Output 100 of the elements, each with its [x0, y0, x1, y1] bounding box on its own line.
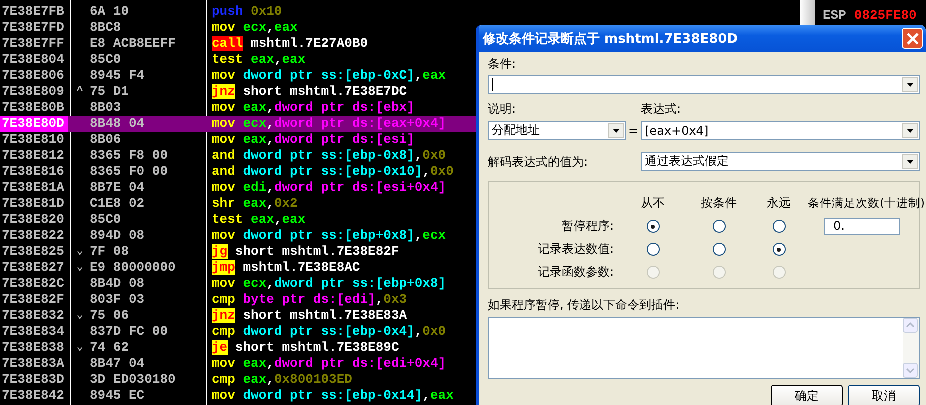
field-label: 表达式:	[641, 101, 682, 117]
radio-button[interactable]	[646, 220, 660, 233]
instruction-cell-text: test eax,eax	[211, 52, 306, 68]
hex-cell-text: 8B7E 04	[90, 180, 146, 196]
decode-field[interactable]: 通过表达式假定	[641, 152, 920, 171]
instruction-cell-text: cmp eax,0x800103ED	[211, 372, 352, 388]
address-cell[interactable]: 7E38E838	[0, 340, 68, 356]
close-button[interactable]	[902, 28, 923, 49]
hex-cell-text: 894D 08	[90, 228, 146, 244]
field-label: 条件:	[488, 56, 518, 72]
instruction-cell-text: and dword ptr ss:[ebp-0x8],0x0	[211, 148, 446, 164]
jump-marker: ^	[76, 86, 84, 98]
jump-marker: ⌄	[76, 342, 84, 354]
radio-button[interactable]	[772, 243, 786, 256]
hex-cell-text: 8BC8	[90, 20, 122, 36]
hex-cell-text: C1E8 02	[90, 196, 146, 212]
address-cell[interactable]: 7E38E7FB	[0, 4, 68, 20]
hex-cell-text: 3D ED030180	[90, 372, 177, 388]
row-label: 暂停程序:	[560, 218, 615, 235]
column-header: 条件满足次数(十进制)	[808, 196, 925, 211]
address-cell[interactable]: 7E38E81D	[0, 196, 68, 212]
address-cell[interactable]: 7E38E832	[0, 308, 68, 324]
jump-marker: ⌄	[76, 310, 84, 322]
instruction-cell-text: mov dword ptr ss:[ebp-0x14],eax	[211, 388, 454, 404]
equals-sign: =	[627, 124, 640, 138]
register-value: 0825FE80	[854, 8, 917, 24]
dropdown-button[interactable]	[608, 123, 624, 138]
column-header: 从不	[640, 195, 666, 212]
instruction-cell-text: cmp byte ptr ds:[edi],0x3	[211, 292, 408, 308]
close-icon	[906, 32, 918, 44]
row-label: 记录表达数值:	[536, 241, 615, 258]
address-cell[interactable]: 7E38E842	[0, 388, 68, 404]
radio-button[interactable]	[712, 220, 726, 233]
hex-cell-text: 8365 F0 00	[90, 164, 170, 180]
hex-cell-text: 75 D1	[90, 84, 130, 100]
address-cell[interactable]: 7E38E80B	[0, 100, 68, 116]
instruction-cell-text: jnz short mshtml.7E38E83A	[211, 308, 408, 324]
description-field[interactable]: 分配地址	[488, 121, 626, 140]
hex-cell-text: 837D FC 00	[90, 324, 170, 340]
dialog-button[interactable]: 取消	[848, 385, 920, 405]
column-header: 永远	[766, 195, 792, 212]
address-cell[interactable]: 7E38E81A	[0, 180, 68, 196]
hex-cell-text: 8B48 04	[90, 116, 146, 132]
address-cell[interactable]: 7E38E827	[0, 260, 68, 276]
jump-marker: ⌄	[76, 246, 84, 258]
condition-field[interactable]	[488, 75, 920, 94]
caret-icon	[612, 128, 620, 132]
address-cell[interactable]: 7E38E810	[0, 132, 68, 148]
dropdown-button[interactable]	[902, 154, 918, 169]
instruction-cell-text: and dword ptr ss:[ebp-0x10],0x0	[211, 164, 454, 180]
hex-cell-text: 7F 08	[90, 244, 130, 260]
command-field[interactable]	[488, 317, 920, 379]
instruction-cell-text: push 0x10	[211, 4, 282, 20]
address-cell[interactable]: 7E38E822	[0, 228, 68, 244]
hex-cell-text: 74 62	[90, 340, 130, 356]
scrollbar[interactable]	[800, 0, 815, 25]
hex-cell-text: E9 80000000	[90, 260, 177, 276]
address-cell[interactable]: 7E38E83A	[0, 356, 68, 372]
address-cell[interactable]: 7E38E83D	[0, 372, 68, 388]
dialog-button[interactable]: 确定	[771, 385, 843, 405]
instruction-cell-text: mov eax,dword ptr ds:[edi+0x4]	[211, 356, 446, 372]
scrollbar[interactable]	[903, 318, 919, 378]
hex-cell-text: 6A 10	[90, 4, 130, 20]
jump-marker: ⌄	[76, 262, 84, 274]
address-cell[interactable]: 7E38E834	[0, 324, 68, 340]
hex-cell-text: 8945 EC	[90, 388, 146, 404]
address-cell[interactable]: 7E38E82C	[0, 276, 68, 292]
address-cell[interactable]: 7E38E82F	[0, 292, 68, 308]
address-cell[interactable]: 7E38E809	[0, 84, 68, 100]
instruction-cell-text: mov eax,dword ptr ds:[ebx]	[211, 100, 415, 116]
address-cell[interactable]: 7E38E806	[0, 68, 68, 84]
dropdown-button[interactable]	[902, 77, 918, 92]
instruction-cell-text: mov eax,dword ptr ds:[esi]	[211, 132, 415, 148]
instruction-cell-text: mov edi,dword ptr ds:[esi+0x4]	[211, 180, 446, 196]
address-cell[interactable]: 7E38E820	[0, 212, 68, 228]
radio-button[interactable]	[772, 220, 786, 233]
address-cell[interactable]: 7E38E804	[0, 52, 68, 68]
address-cell[interactable]: 7E38E816	[0, 164, 68, 180]
instruction-cell-text: call mshtml.7E27A0B0	[211, 36, 368, 52]
address-cell[interactable]: 7E38E7FD	[0, 20, 68, 36]
address-cell[interactable]: 7E38E812	[0, 148, 68, 164]
expression-field[interactable]: [eax+0x4]	[641, 121, 920, 140]
field-label: 说明:	[488, 101, 518, 117]
instruction-cell-text: mov dword ptr ss:[ebp+0x8],ecx	[211, 228, 446, 244]
caret-icon	[906, 160, 914, 164]
instruction-cell-text: jnz short mshtml.7E38E7DC	[211, 84, 408, 100]
window-title: 修改条件记录断点于 mshtml.7E38E80D	[483, 30, 739, 48]
hex-cell-text: 8B03	[90, 100, 122, 116]
hex-cell-text: E8 ACB8EEFF	[90, 36, 177, 52]
instruction-cell-text: mov ecx,dword ptr ss:[ebp+0x8]	[211, 276, 446, 292]
dropdown-button[interactable]	[902, 123, 918, 138]
address-cell[interactable]: 7E38E825	[0, 244, 68, 260]
radio-button[interactable]	[646, 243, 660, 256]
address-cell[interactable]: 7E38E7FF	[0, 36, 68, 52]
caret-icon	[906, 128, 914, 132]
count-field[interactable]: 0.	[824, 218, 900, 235]
instruction-cell-text: jmp mshtml.7E38E8AC	[211, 260, 360, 276]
instruction-cell-text: mov ecx,eax	[211, 20, 298, 36]
radio-button[interactable]	[712, 243, 726, 256]
register-name: ESP	[823, 8, 846, 24]
